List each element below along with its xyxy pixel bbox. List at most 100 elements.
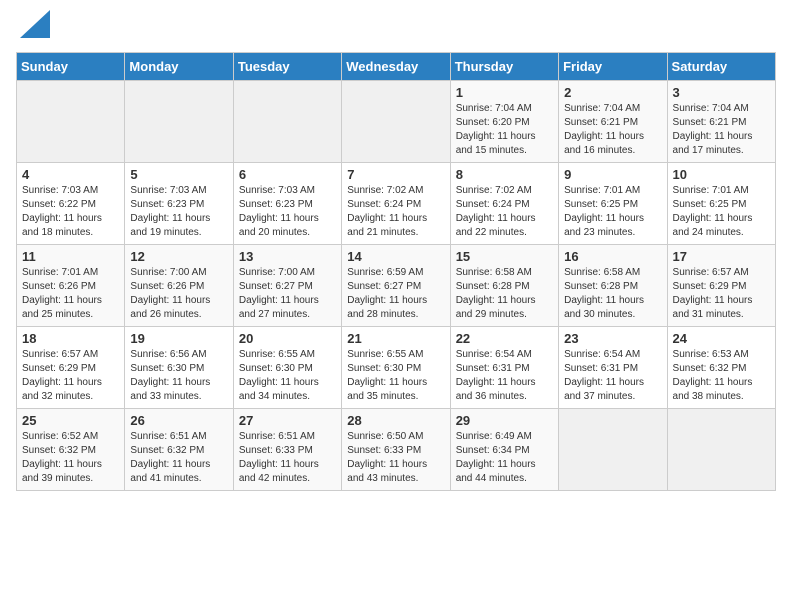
day-number: 10 (673, 167, 770, 182)
day-number: 22 (456, 331, 553, 346)
day-info: Sunrise: 7:01 AM Sunset: 6:25 PM Dayligh… (673, 184, 770, 240)
calendar-cell: 12 Sunrise: 7:00 AM Sunset: 6:26 PM Dayli… (125, 245, 233, 327)
day-number: 13 (239, 249, 336, 264)
day-info: Sunrise: 7:03 AM Sunset: 6:22 PM Dayligh… (22, 184, 119, 240)
day-number: 11 (22, 249, 119, 264)
calendar-cell: 14 Sunrise: 6:59 AM Sunset: 6:27 PM Dayli… (342, 245, 450, 327)
day-number: 28 (347, 413, 444, 428)
calendar-cell: 5 Sunrise: 7:03 AM Sunset: 6:23 PM Daylig… (125, 163, 233, 245)
day-info: Sunrise: 6:51 AM Sunset: 6:32 PM Dayligh… (130, 430, 227, 486)
calendar-cell: 8 Sunrise: 7:02 AM Sunset: 6:24 PM Daylig… (450, 163, 558, 245)
day-number: 3 (673, 85, 770, 100)
calendar-cell (667, 409, 775, 491)
calendar-cell: 24 Sunrise: 6:53 AM Sunset: 6:32 PM Dayli… (667, 327, 775, 409)
day-number: 4 (22, 167, 119, 182)
calendar-cell: 29 Sunrise: 6:49 AM Sunset: 6:34 PM Dayli… (450, 409, 558, 491)
calendar-cell: 7 Sunrise: 7:02 AM Sunset: 6:24 PM Daylig… (342, 163, 450, 245)
weekday-header-saturday: Saturday (667, 53, 775, 81)
day-info: Sunrise: 7:02 AM Sunset: 6:24 PM Dayligh… (347, 184, 444, 240)
calendar-cell: 26 Sunrise: 6:51 AM Sunset: 6:32 PM Dayli… (125, 409, 233, 491)
day-number: 16 (564, 249, 661, 264)
day-number: 29 (456, 413, 553, 428)
day-info: Sunrise: 6:57 AM Sunset: 6:29 PM Dayligh… (22, 348, 119, 404)
calendar-cell: 6Sunrise: 7:03 AM Sunset: 6:23 PM Daylig… (233, 163, 341, 245)
calendar-cell (17, 81, 125, 163)
logo-icon (20, 10, 50, 38)
day-info: Sunrise: 6:58 AM Sunset: 6:28 PM Dayligh… (456, 266, 553, 322)
day-info: Sunrise: 6:54 AM Sunset: 6:31 PM Dayligh… (564, 348, 661, 404)
calendar-table: SundayMondayTuesdayWednesdayThursdayFrid… (16, 52, 776, 491)
calendar-cell (233, 81, 341, 163)
calendar-cell: 10 Sunrise: 7:01 AM Sunset: 6:25 PM Dayli… (667, 163, 775, 245)
day-number: 18 (22, 331, 119, 346)
calendar-week-row: 18 Sunrise: 6:57 AM Sunset: 6:29 PM Dayli… (17, 327, 776, 409)
day-info: Sunrise: 7:02 AM Sunset: 6:24 PM Dayligh… (456, 184, 553, 240)
calendar-cell: 2 Sunrise: 7:04 AM Sunset: 6:21 PM Daylig… (559, 81, 667, 163)
calendar-cell: 16 Sunrise: 6:58 AM Sunset: 6:28 PM Dayli… (559, 245, 667, 327)
day-info: Sunrise: 6:49 AM Sunset: 6:34 PM Dayligh… (456, 430, 553, 486)
calendar-cell: 23 Sunrise: 6:54 AM Sunset: 6:31 PM Dayli… (559, 327, 667, 409)
weekday-header-thursday: Thursday (450, 53, 558, 81)
calendar-cell: 19 Sunrise: 6:56 AM Sunset: 6:30 PM Dayli… (125, 327, 233, 409)
calendar-week-row: 25 Sunrise: 6:52 AM Sunset: 6:32 PM Dayli… (17, 409, 776, 491)
day-info: Sunrise: 6:56 AM Sunset: 6:30 PM Dayligh… (130, 348, 227, 404)
day-info: Sunrise: 6:53 AM Sunset: 6:32 PM Dayligh… (673, 348, 770, 404)
calendar-week-row: 11 Sunrise: 7:01 AM Sunset: 6:26 PM Dayli… (17, 245, 776, 327)
day-info: Sunrise: 6:57 AM Sunset: 6:29 PM Dayligh… (673, 266, 770, 322)
day-number: 8 (456, 167, 553, 182)
day-number: 7 (347, 167, 444, 182)
calendar-cell: 25 Sunrise: 6:52 AM Sunset: 6:32 PM Dayli… (17, 409, 125, 491)
calendar-cell: 13 Sunrise: 7:00 AM Sunset: 6:27 PM Dayli… (233, 245, 341, 327)
weekday-header-wednesday: Wednesday (342, 53, 450, 81)
calendar-week-row: 4 Sunrise: 7:03 AM Sunset: 6:22 PM Daylig… (17, 163, 776, 245)
calendar-cell: 17 Sunrise: 6:57 AM Sunset: 6:29 PM Dayli… (667, 245, 775, 327)
calendar-cell (342, 81, 450, 163)
day-number: 1 (456, 85, 553, 100)
day-info: Sunrise: 6:50 AM Sunset: 6:33 PM Dayligh… (347, 430, 444, 486)
day-info: Sunrise: 6:55 AM Sunset: 6:30 PM Dayligh… (347, 348, 444, 404)
calendar-cell (559, 409, 667, 491)
day-number: 21 (347, 331, 444, 346)
day-number: 17 (673, 249, 770, 264)
day-info: Sunrise: 7:03 AM Sunset: 6:23 PM Dayligh… (239, 184, 336, 240)
day-info: Sunrise: 6:54 AM Sunset: 6:31 PM Dayligh… (456, 348, 553, 404)
day-info: Sunrise: 7:04 AM Sunset: 6:21 PM Dayligh… (564, 102, 661, 158)
day-info: Sunrise: 7:01 AM Sunset: 6:25 PM Dayligh… (564, 184, 661, 240)
day-number: 19 (130, 331, 227, 346)
day-info: Sunrise: 7:03 AM Sunset: 6:23 PM Dayligh… (130, 184, 227, 240)
calendar-cell: 9 Sunrise: 7:01 AM Sunset: 6:25 PM Daylig… (559, 163, 667, 245)
calendar-cell: 28 Sunrise: 6:50 AM Sunset: 6:33 PM Dayli… (342, 409, 450, 491)
weekday-header-sunday: Sunday (17, 53, 125, 81)
day-number: 23 (564, 331, 661, 346)
day-info: Sunrise: 7:00 AM Sunset: 6:27 PM Dayligh… (239, 266, 336, 322)
day-info: Sunrise: 7:04 AM Sunset: 6:21 PM Dayligh… (673, 102, 770, 158)
day-number: 14 (347, 249, 444, 264)
day-info: Sunrise: 7:04 AM Sunset: 6:20 PM Dayligh… (456, 102, 553, 158)
calendar-cell: 27Sunrise: 6:51 AM Sunset: 6:33 PM Dayli… (233, 409, 341, 491)
calendar-cell: 15 Sunrise: 6:58 AM Sunset: 6:28 PM Dayli… (450, 245, 558, 327)
page-header (16, 16, 776, 40)
day-number: 27 (239, 413, 336, 428)
calendar-cell: 1 Sunrise: 7:04 AM Sunset: 6:20 PM Daylig… (450, 81, 558, 163)
calendar-header-row: SundayMondayTuesdayWednesdayThursdayFrid… (17, 53, 776, 81)
day-number: 5 (130, 167, 227, 182)
calendar-cell: 11 Sunrise: 7:01 AM Sunset: 6:26 PM Dayli… (17, 245, 125, 327)
weekday-header-tuesday: Tuesday (233, 53, 341, 81)
day-info: Sunrise: 6:52 AM Sunset: 6:32 PM Dayligh… (22, 430, 119, 486)
day-number: 24 (673, 331, 770, 346)
calendar-cell: 3 Sunrise: 7:04 AM Sunset: 6:21 PM Daylig… (667, 81, 775, 163)
day-number: 12 (130, 249, 227, 264)
day-info: Sunrise: 7:00 AM Sunset: 6:26 PM Dayligh… (130, 266, 227, 322)
day-number: 9 (564, 167, 661, 182)
day-number: 15 (456, 249, 553, 264)
day-number: 26 (130, 413, 227, 428)
calendar-cell (125, 81, 233, 163)
calendar-cell: 21 Sunrise: 6:55 AM Sunset: 6:30 PM Dayli… (342, 327, 450, 409)
day-info: Sunrise: 6:59 AM Sunset: 6:27 PM Dayligh… (347, 266, 444, 322)
day-info: Sunrise: 7:01 AM Sunset: 6:26 PM Dayligh… (22, 266, 119, 322)
calendar-cell: 4 Sunrise: 7:03 AM Sunset: 6:22 PM Daylig… (17, 163, 125, 245)
day-info: Sunrise: 6:58 AM Sunset: 6:28 PM Dayligh… (564, 266, 661, 322)
day-number: 2 (564, 85, 661, 100)
day-number: 25 (22, 413, 119, 428)
weekday-header-monday: Monday (125, 53, 233, 81)
